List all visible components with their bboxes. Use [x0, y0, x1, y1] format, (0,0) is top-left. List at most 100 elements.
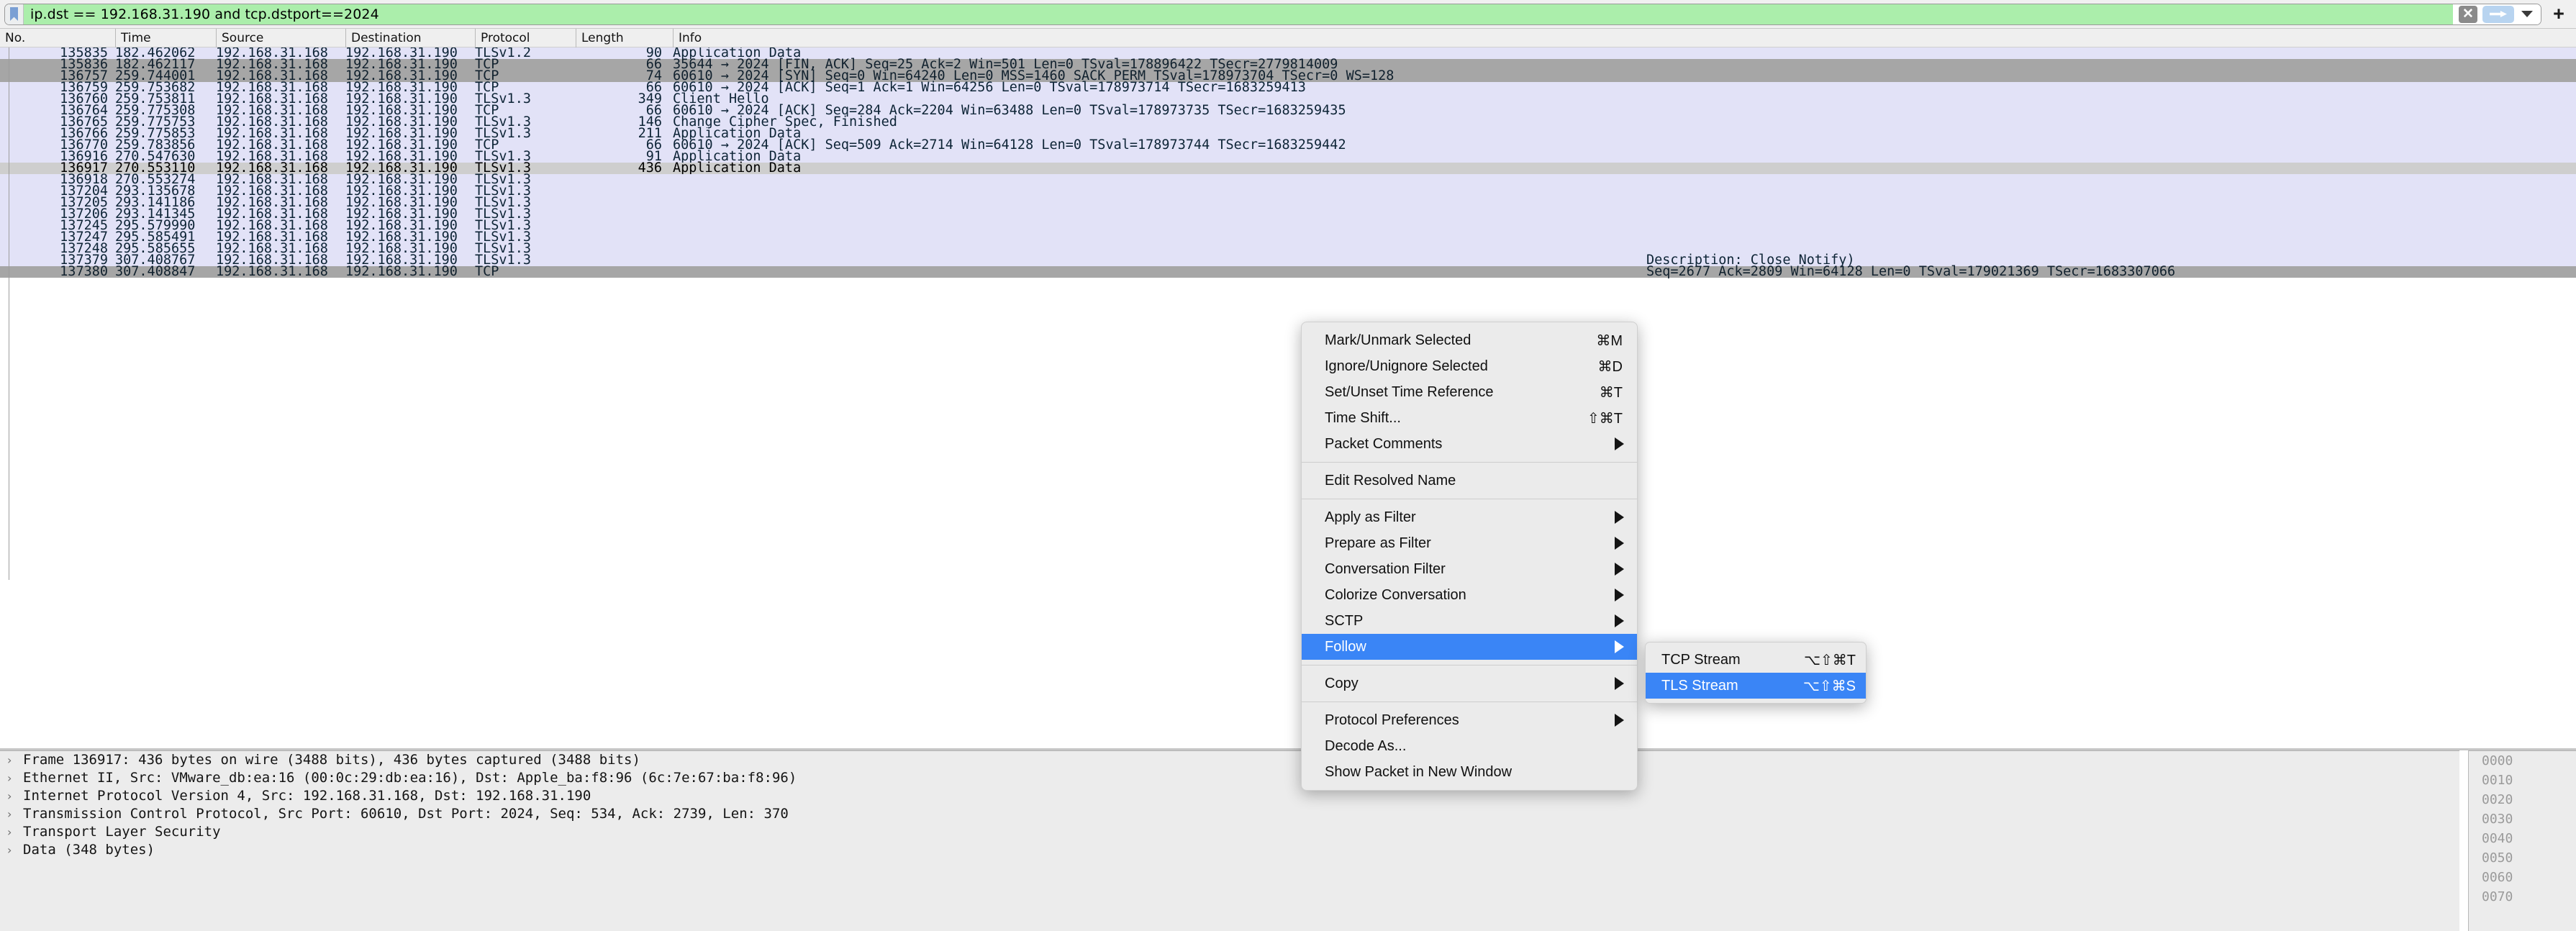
submenu-arrow-icon [1615, 589, 1624, 601]
follow-submenu-item-shortcut: ⌥⇧⌘T [1803, 652, 1856, 668]
packet-length [547, 255, 662, 266]
follow-submenu-item-shortcut: ⌥⇧⌘S [1802, 678, 1856, 694]
context-menu-item[interactable]: SCTP [1302, 608, 1637, 634]
context-menu-item-label: Copy [1325, 675, 1359, 691]
protocol-tree-label: Data (348 bytes) [23, 842, 155, 858]
hex-offset: 0050 [2482, 850, 2513, 866]
packet-context-menu[interactable]: Mark/Unmark Selected ⌘M Ignore/Unignore Se… [1301, 322, 1638, 791]
packet-length [547, 220, 662, 232]
column-header-time[interactable]: Time [115, 29, 216, 47]
hex-offset: 0010 [2482, 773, 2513, 788]
bookmark-icon[interactable] [5, 4, 24, 24]
chevron-right-icon[interactable]: › [7, 751, 23, 769]
context-menu-item[interactable]: Follow [1302, 634, 1637, 660]
column-header-no[interactable]: No. [0, 29, 115, 47]
packet-list-hscrollbar-track[interactable] [0, 733, 2576, 745]
chevron-right-icon[interactable]: › [7, 823, 23, 841]
packet-detail-pane[interactable]: › Frame 136917: 436 bytes on wire (3488 b… [0, 750, 2461, 931]
context-menu-item[interactable]: Mark/Unmark Selected ⌘M [1302, 327, 1637, 353]
packet-length [547, 186, 662, 197]
context-menu-item-label: Show Packet in New Window [1325, 763, 1513, 780]
context-menu-item-label: Ignore/Unignore Selected [1325, 358, 1488, 374]
context-menu-item-shortcut: ⌘M [1596, 332, 1623, 349]
follow-submenu-item[interactable]: TLS Stream ⌥⇧⌘S [1646, 673, 1866, 699]
submenu-arrow-icon [1615, 677, 1624, 690]
submenu-arrow-icon [1615, 437, 1624, 450]
chevron-right-icon[interactable]: › [7, 841, 23, 859]
chevron-right-icon[interactable]: › [7, 787, 23, 805]
hex-offset: 0070 [2482, 889, 2513, 904]
packet-row[interactable]: 137380 307.408847 192.168.31.168 192.168.31… [0, 264, 2576, 279]
context-menu-item[interactable]: Prepare as Filter [1302, 530, 1637, 556]
context-menu-item[interactable]: Packet Comments [1302, 431, 1637, 457]
packet-length [547, 209, 662, 220]
context-menu-item[interactable]: Decode As... [1302, 733, 1637, 759]
context-menu-item-label: Packet Comments [1325, 435, 1443, 452]
context-menu-item-label: Mark/Unmark Selected [1325, 332, 1471, 348]
protocol-tree-item[interactable]: › Frame 136917: 436 bytes on wire (3488 b… [0, 751, 2461, 769]
submenu-arrow-icon [1615, 614, 1624, 627]
submenu-arrow-icon [1615, 640, 1624, 653]
context-menu-item[interactable]: Protocol Preferences [1302, 707, 1637, 733]
context-menu-item[interactable]: Ignore/Unignore Selected ⌘D [1302, 353, 1637, 379]
wireshark-window: ip.dst == 192.168.31.190 and tcp.dstport… [0, 0, 2576, 931]
filter-text-value[interactable]: ip.dst == 192.168.31.190 and tcp.dstport… [24, 4, 2453, 24]
context-menu-item[interactable]: Apply as Filter [1302, 504, 1637, 530]
protocol-tree-item[interactable]: › Internet Protocol Version 4, Src: 192.1… [0, 787, 2461, 805]
add-filter-button[interactable]: + [2541, 4, 2576, 25]
context-menu-item-label: Time Shift... [1325, 409, 1401, 426]
chevron-right-icon[interactable]: › [7, 805, 23, 823]
chevron-down-icon[interactable] [2519, 6, 2535, 22]
packet-no: 137380 [60, 264, 108, 279]
packet-time: 307.408847 [115, 264, 196, 279]
context-menu-item-label: Prepare as Filter [1325, 535, 1431, 551]
packet-length: 66 [645, 137, 662, 153]
packet-list-column-header: No. Time Source Destination Protocol Len… [0, 29, 2576, 47]
clear-filter-icon[interactable]: ✕ [2459, 5, 2477, 23]
column-header-info[interactable]: Info [673, 29, 2576, 47]
protocol-tree-item[interactable]: › Transport Layer Security [0, 823, 2461, 841]
context-menu-item-shortcut: ⌘T [1599, 384, 1623, 401]
context-menu-item-label: Apply as Filter [1325, 509, 1416, 525]
hex-offset: 0020 [2482, 792, 2513, 807]
column-header-protocol[interactable]: Protocol [475, 29, 576, 47]
follow-submenu-item[interactable]: TCP Stream ⌥⇧⌘T [1646, 647, 1866, 673]
context-menu-item-label: Edit Resolved Name [1325, 472, 1456, 489]
pane-gap [2459, 750, 2468, 931]
context-menu-item-label: Follow [1325, 638, 1366, 655]
hex-offset: 0040 [2482, 831, 2513, 846]
context-menu-item[interactable]: Conversation Filter [1302, 556, 1637, 582]
hex-offset: 0060 [2482, 870, 2513, 885]
protocol-tree-label: Ethernet II, Src: VMware_db:ea:16 (00:0c… [23, 770, 797, 786]
context-menu-item[interactable]: Edit Resolved Name [1302, 468, 1637, 494]
packet-length: 74 [645, 68, 662, 83]
protocol-tree-item[interactable]: › Data (348 bytes) [0, 841, 2461, 859]
column-header-source[interactable]: Source [216, 29, 345, 47]
packet-list[interactable]: 135835 182.462062 192.168.31.168 192.168.31… [0, 47, 2576, 580]
apply-filter-icon[interactable] [2482, 5, 2514, 23]
chevron-right-icon[interactable]: › [7, 769, 23, 787]
packet-length [547, 243, 662, 255]
protocol-tree-label: Frame 136917: 436 bytes on wire (3488 bi… [23, 752, 640, 768]
protocol-tree-label: Transport Layer Security [23, 824, 221, 840]
submenu-arrow-icon [1615, 563, 1624, 576]
column-header-length[interactable]: Length [576, 29, 673, 47]
protocol-tree-item[interactable]: › Transmission Control Protocol, Src Port… [0, 805, 2461, 823]
follow-submenu-item-label: TCP Stream [1661, 651, 1741, 668]
context-menu-item[interactable]: Show Packet in New Window [1302, 759, 1637, 785]
display-filter-input[interactable]: ip.dst == 192.168.31.190 and tcp.dstport… [4, 3, 2541, 25]
packet-source: 192.168.31.168 [216, 264, 328, 279]
follow-submenu[interactable]: TCP Stream ⌥⇧⌘T TLS Stream ⌥⇧⌘S [1645, 642, 1867, 704]
context-menu-item[interactable]: Copy [1302, 671, 1637, 696]
filter-action-group: ✕ [2453, 4, 2541, 24]
context-menu-item[interactable]: Colorize Conversation [1302, 582, 1637, 608]
packet-info: Application Data [673, 160, 802, 176]
menu-separator [1302, 665, 1637, 666]
context-menu-item[interactable]: Time Shift... ⇧⌘T [1302, 405, 1637, 431]
packet-destination: 192.168.31.190 [345, 264, 458, 279]
context-menu-item-label: Conversation Filter [1325, 560, 1446, 577]
column-header-destination[interactable]: Destination [345, 29, 475, 47]
protocol-tree-item[interactable]: › Ethernet II, Src: VMware_db:ea:16 (00:0… [0, 769, 2461, 787]
packet-bytes-pane[interactable]: 0000 0010 0020 0030 0040 0050 0060 0070 [2468, 750, 2576, 931]
context-menu-item[interactable]: Set/Unset Time Reference ⌘T [1302, 379, 1637, 405]
